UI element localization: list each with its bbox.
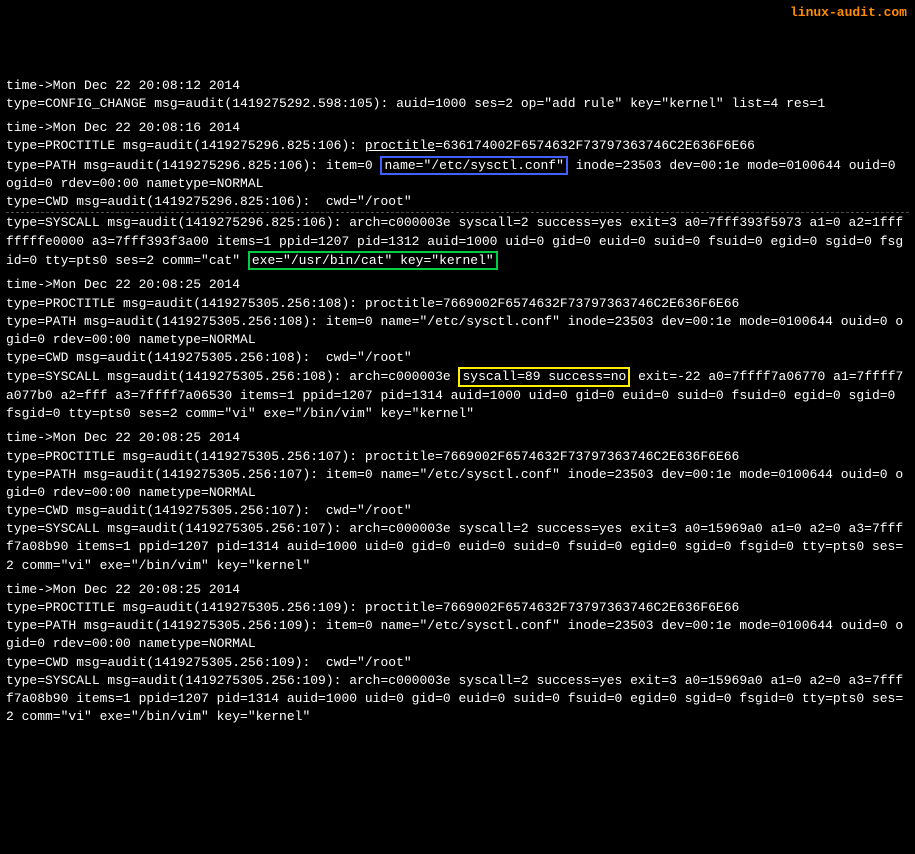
log-line: time->Mon Dec 22 20:08:12 2014 (6, 77, 909, 95)
terminal-output: time->Mon Dec 22 20:08:12 2014type=CONFI… (6, 77, 909, 727)
log-line: type=PATH msg=audit(1419275305.256:109):… (6, 617, 909, 653)
log-line: type=CWD msg=audit(1419275305.256:107): … (6, 502, 909, 520)
highlight-syscall-fail: syscall=89 success=no (458, 367, 630, 387)
log-line: type=PROCTITLE msg=audit(1419275305.256:… (6, 295, 909, 313)
highlight-exe-key: exe="/usr/bin/cat" key="kernel" (248, 251, 498, 271)
log-line: time->Mon Dec 22 20:08:25 2014 (6, 429, 909, 447)
log-line: type=CWD msg=audit(1419275305.256:108): … (6, 349, 909, 367)
highlight-path-name: name="/etc/sysctl.conf" (380, 156, 567, 176)
log-line: time->Mon Dec 22 20:08:25 2014 (6, 276, 909, 294)
log-line: type=PROCTITLE msg=audit(1419275296.825:… (6, 137, 909, 155)
log-line: type=PATH msg=audit(1419275296.825:106):… (6, 156, 909, 194)
watermark: linux-audit.com (790, 4, 907, 22)
log-line: type=PROCTITLE msg=audit(1419275305.256:… (6, 448, 909, 466)
log-line: type=CONFIG_CHANGE msg=audit(1419275292.… (6, 95, 909, 113)
log-line: type=CWD msg=audit(1419275305.256:109): … (6, 654, 909, 672)
log-line: type=PATH msg=audit(1419275305.256:108):… (6, 313, 909, 349)
log-line: type=PROCTITLE msg=audit(1419275305.256:… (6, 599, 909, 617)
log-line: type=SYSCALL msg=audit(1419275305.256:10… (6, 520, 909, 575)
log-line: time->Mon Dec 22 20:08:25 2014 (6, 581, 909, 599)
log-line: type=SYSCALL msg=audit(1419275305.256:10… (6, 672, 909, 727)
log-line: type=CWD msg=audit(1419275296.825:106): … (6, 193, 909, 211)
log-line: type=SYSCALL msg=audit(1419275296.825:10… (6, 214, 909, 270)
log-line: time->Mon Dec 22 20:08:16 2014 (6, 119, 909, 137)
log-line: type=PATH msg=audit(1419275305.256:107):… (6, 466, 909, 502)
log-line: type=SYSCALL msg=audit(1419275305.256:10… (6, 367, 909, 423)
